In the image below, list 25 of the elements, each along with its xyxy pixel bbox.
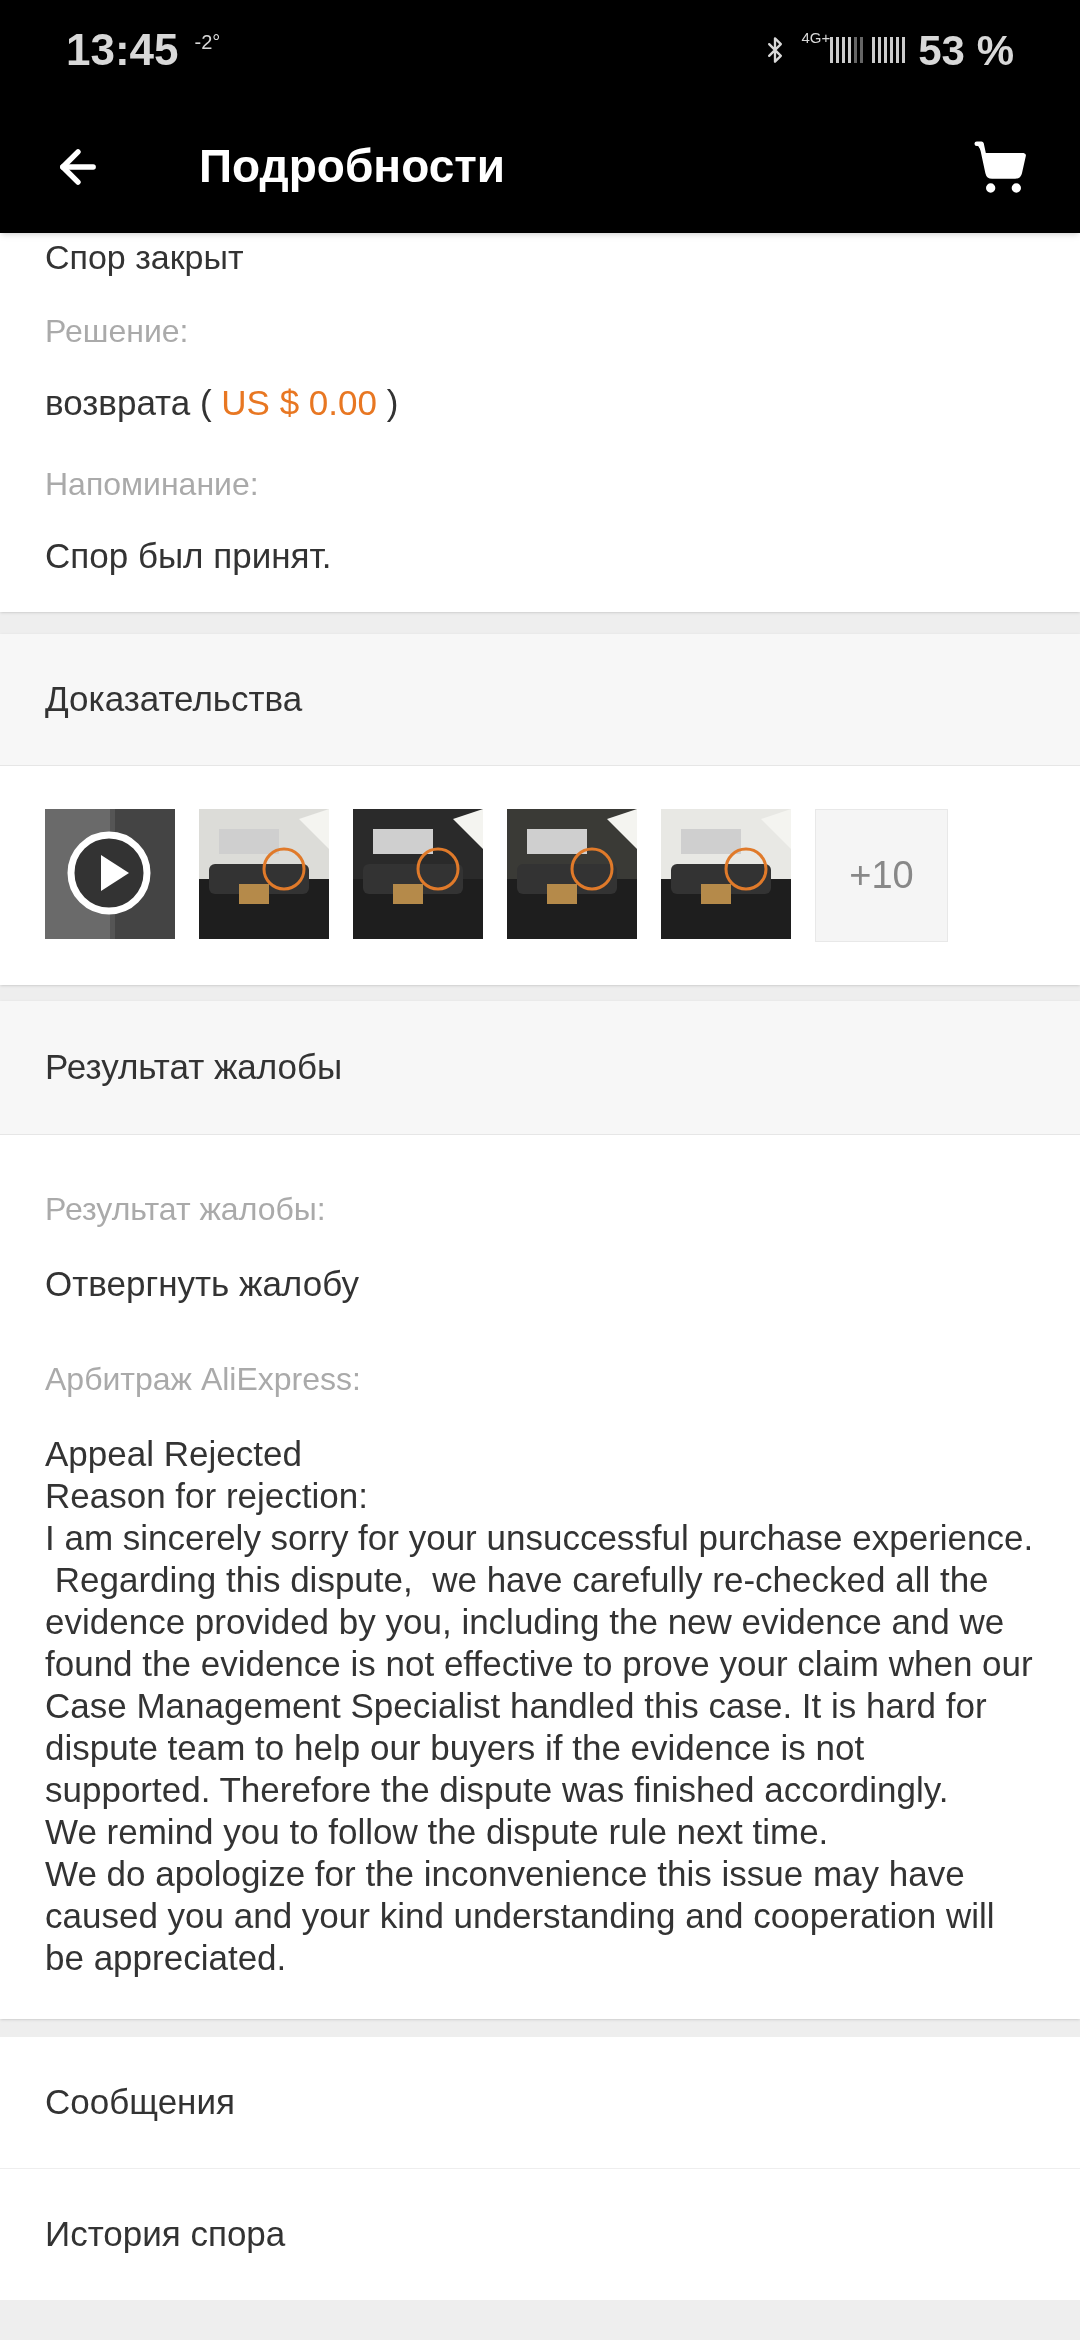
field-text: Appeal Rejected (45, 1433, 303, 1475)
field-text: I am sincerely sorry for your unsuccessful purchase experience. (45, 1517, 1035, 1559)
dispute-status: Спор закрыт (45, 237, 245, 277)
video-thumbnail[interactable] (45, 809, 175, 939)
field-text: We remind you to follow the dispute rule next time. (45, 1811, 830, 1853)
page-title: Подробности (199, 139, 506, 194)
field-label: Арбитраж AliExpress: (45, 1360, 362, 1399)
menu-item[interactable]: Сообщения (0, 2037, 1080, 2169)
section-header: Результат жалобы (0, 1001, 1080, 1135)
field-text: We do apologize for the inconvenience this issue may have caused you and your kind understanding and cooperation will be appreciated. (45, 1853, 996, 1979)
field-label: Напоминание: (45, 464, 260, 504)
status-time: 13:45 (66, 24, 179, 76)
cart-icon[interactable] (972, 138, 1028, 195)
field-text: Regarding this dispute, we have carefully re-checked all the evidence provided by you, including the new evidence and we found the evidence is not effective to prove your claim when our Case Management Specialist handled this case. It is hard for dispute team to help our buyers if the evidence is not supported. Therefore the dispute was finished accordingly. (45, 1559, 1034, 1811)
field-value: возврата ( US $ 0.00 ) (45, 382, 400, 424)
battery-percent: 53 % (918, 25, 1014, 76)
menu-item[interactable]: История спора (0, 2169, 1080, 2301)
network-type: 4G+ (801, 27, 831, 48)
field-value: Спор был принят. (45, 534, 333, 577)
field-label: Решение: (45, 312, 190, 351)
field-text: Отвергнуть жалобу (45, 1263, 360, 1305)
field-text: Reason for rejection: (45, 1475, 369, 1517)
temperature: -2° (194, 30, 221, 55)
field-label: Результат жалобы: (45, 1190, 327, 1229)
section-header: Доказательства (0, 634, 1080, 766)
